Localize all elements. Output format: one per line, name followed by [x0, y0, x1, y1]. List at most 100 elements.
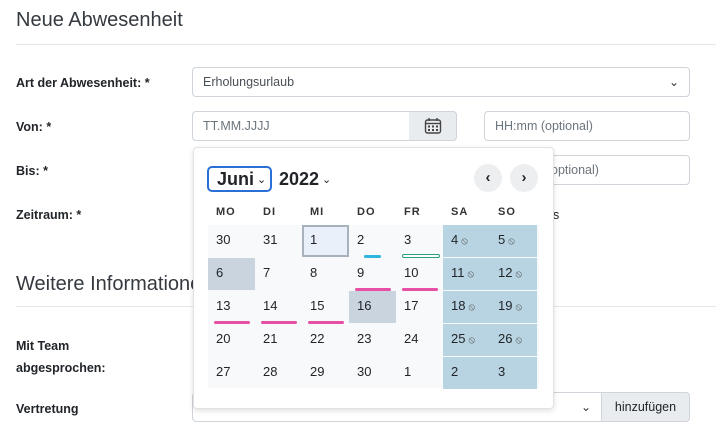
day-number: 26	[498, 331, 513, 346]
calendar-icon	[424, 118, 442, 134]
calendar-day[interactable]: 12 ⦸	[490, 258, 537, 290]
weekday-header: FR	[404, 206, 421, 218]
art-label: Art der Abwesenheit: *	[16, 76, 150, 90]
blocked-icon: ⦸	[468, 302, 475, 313]
calendar-day[interactable]: 25 ⦸	[443, 324, 490, 356]
weekday-header: MO	[216, 206, 236, 218]
section-title: Weitere Informationen	[16, 273, 213, 295]
calendar-day[interactable]: 9	[349, 258, 396, 291]
art-select-value: Erholungsurlaub	[203, 75, 295, 89]
weekday-header: SA	[451, 206, 469, 218]
calendar-day[interactable]: 31	[255, 225, 302, 257]
day-number: 24	[404, 331, 419, 346]
chevron-down-icon: ⌄	[322, 174, 332, 187]
day-number: 4	[451, 232, 459, 247]
day-number: 1	[310, 232, 318, 247]
calendar-day[interactable]: 17	[396, 291, 443, 323]
calendar-day[interactable]: 11 ⦸	[443, 258, 490, 290]
day-number: 3	[498, 364, 506, 379]
day-number: 14	[263, 298, 278, 313]
chevron-down-icon: ⌄	[580, 400, 591, 414]
day-number: 27	[216, 364, 231, 379]
chevron-down-icon: ⌄	[668, 75, 679, 89]
calendar-day[interactable]: 2	[349, 225, 396, 258]
vertretung-label: Vertretung	[16, 402, 79, 416]
art-select[interactable]: Erholungsurlaub ⌄	[192, 67, 690, 97]
calendar-day[interactable]: 5 ⦸	[490, 225, 537, 257]
calendar-day[interactable]: 30	[208, 225, 255, 257]
day-number: 9	[357, 265, 365, 280]
day-number: 1	[404, 364, 412, 379]
calendar-day[interactable]: 28	[255, 357, 302, 389]
day-number: 17	[404, 298, 419, 313]
day-number: 16	[357, 298, 372, 313]
day-number: 11	[451, 265, 465, 280]
page-title: Neue Abwesenheit	[16, 9, 183, 31]
calendar-day[interactable]: 14	[255, 291, 302, 324]
weekday-header: MI	[310, 206, 325, 218]
team-label: Mit Team abgesprochen:	[16, 339, 106, 375]
calendar-day[interactable]: 24	[396, 324, 443, 356]
divider	[16, 44, 716, 45]
calendar-day[interactable]: 13	[208, 291, 255, 324]
day-number: 29	[310, 364, 325, 379]
next-month-button[interactable]: ›	[510, 164, 538, 192]
calendar-grid: 30 31 1 2 3 4 ⦸ 5 ⦸ 6 7 8 9 10 11 ⦸ 12 ⦸ 13 14 15 16 17 18 ⦸ 19 ⦸ 2…	[208, 225, 539, 389]
day-number: 12	[498, 265, 513, 280]
day-number: 30	[216, 232, 231, 247]
calendar-day[interactable]: 2	[443, 357, 490, 389]
calendar-button[interactable]	[409, 111, 457, 141]
year-select[interactable]: 2022 ⌄	[279, 168, 331, 191]
day-number: 31	[263, 232, 278, 247]
day-number: 10	[404, 265, 419, 280]
calendar-day[interactable]: 23	[349, 324, 396, 356]
calendar-day[interactable]: 30	[349, 357, 396, 389]
day-number: 30	[357, 364, 372, 379]
prev-month-button[interactable]: ‹	[474, 164, 502, 192]
bis-label: Bis: *	[16, 164, 48, 178]
calendar-day[interactable]: 1	[302, 225, 349, 257]
day-number: 22	[310, 331, 325, 346]
weekday-header: DI	[263, 206, 276, 218]
day-number: 18	[451, 298, 466, 313]
calendar-day[interactable]: 6	[208, 258, 255, 290]
day-number: 2	[451, 364, 459, 379]
calendar-day[interactable]: 21	[255, 324, 302, 356]
day-number: 23	[357, 331, 372, 346]
blocked-icon: ⦸	[468, 335, 475, 346]
day-number: 8	[310, 265, 318, 280]
day-number: 3	[404, 232, 412, 247]
add-substitute-button[interactable]: hinzufügen	[601, 392, 690, 422]
calendar-day[interactable]: 16	[349, 291, 396, 323]
day-number: 2	[357, 232, 365, 247]
blocked-icon: ⦸	[515, 269, 522, 280]
calendar-day[interactable]: 4 ⦸	[443, 225, 490, 257]
day-number: 13	[216, 298, 231, 313]
von-date-input[interactable]: TT.MM.JJJJ	[192, 111, 412, 141]
calendar-day[interactable]: 29	[302, 357, 349, 389]
calendar-day[interactable]: 22	[302, 324, 349, 356]
chevron-left-icon: ‹	[485, 169, 491, 186]
day-number: 25	[451, 331, 466, 346]
day-number: 15	[310, 298, 325, 313]
calendar-day[interactable]: 8	[302, 258, 349, 290]
von-time-input[interactable]: HH:mm (optional)	[484, 111, 690, 141]
calendar-day[interactable]: 19 ⦸	[490, 291, 537, 323]
weekday-header: DO	[357, 206, 376, 218]
calendar-day[interactable]: 27	[208, 357, 255, 389]
calendar-day[interactable]: 26 ⦸	[490, 324, 537, 356]
month-select[interactable]: Juni ⌄	[207, 166, 272, 192]
chevron-right-icon: ›	[521, 169, 527, 186]
day-number: 5	[498, 232, 506, 247]
calendar-day[interactable]: 18 ⦸	[443, 291, 490, 323]
zeitraum-label: Zeitraum: *	[16, 208, 82, 222]
calendar-day[interactable]: 10	[396, 258, 443, 291]
datepicker-popup: Juni ⌄ 2022 ⌄ ‹ › 30 31 1 2 3 4 ⦸ 5 ⦸ 6 7 8 9 10 11 ⦸ 12 ⦸ 1…	[193, 147, 554, 409]
calendar-day[interactable]: 20	[208, 324, 255, 356]
weekday-header: SO	[498, 206, 516, 218]
calendar-day[interactable]: 7	[255, 258, 302, 290]
calendar-day[interactable]: 1	[396, 357, 443, 389]
calendar-day[interactable]: 15	[302, 291, 349, 324]
calendar-day[interactable]: 3	[490, 357, 537, 389]
calendar-day[interactable]: 3	[396, 225, 443, 258]
